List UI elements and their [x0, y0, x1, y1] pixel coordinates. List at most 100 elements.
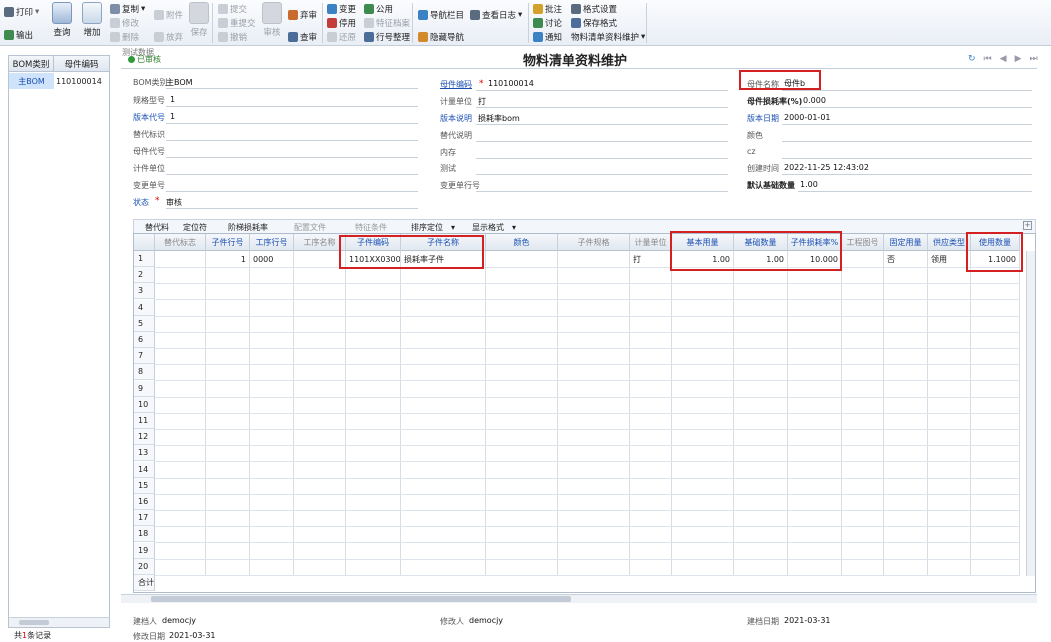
grid-cell-unit[interactable]: 打: [630, 251, 671, 267]
list-item[interactable]: 主BOM 110100014: [9, 73, 109, 89]
loss-rate-field[interactable]: 0.000: [803, 96, 826, 105]
config-file-button[interactable]: 配置文件: [294, 222, 326, 233]
grid-header-child-spec[interactable]: 子件规格: [558, 234, 630, 251]
grid-header-color[interactable]: 颜色: [486, 234, 558, 251]
public-button[interactable]: 公用: [364, 3, 393, 15]
hide-nav-button[interactable]: 隐藏导航: [418, 31, 464, 43]
table-row[interactable]: 100001101XX03002损耗率子件打1.001.0010.000否领用1…: [134, 251, 1020, 267]
grid-cell-proc-name[interactable]: [294, 251, 345, 267]
last-record-icon[interactable]: ⏭: [1030, 54, 1038, 64]
grid-cell-supply-type[interactable]: 领用: [928, 251, 970, 267]
list-scrollbar[interactable]: [9, 617, 109, 627]
copy-button[interactable]: 复制 ▾: [110, 3, 145, 15]
memory-field[interactable]: [476, 158, 728, 159]
spec-field[interactable]: 1: [170, 95, 175, 104]
alt-desc-field[interactable]: [476, 141, 728, 142]
grid-row-number[interactable]: 5: [134, 315, 155, 332]
expand-icon[interactable]: +: [1023, 221, 1032, 230]
alt-flag-field[interactable]: [166, 140, 418, 141]
format-select[interactable]: 物料清单资料维护 ▾: [571, 31, 645, 43]
grid-row-number[interactable]: 3: [134, 283, 155, 300]
parent-code-field[interactable]: 110100014: [488, 79, 534, 88]
version-date-field[interactable]: 2000-01-01: [784, 113, 831, 122]
grid-row-number[interactable]: 12: [134, 429, 155, 446]
locate-button[interactable]: 定位符: [183, 222, 207, 233]
grid-cell-child-spec[interactable]: [558, 251, 629, 267]
display-format-button[interactable]: 显示格式 ▾: [472, 222, 516, 233]
annotate-button[interactable]: 批注: [533, 3, 562, 15]
grid-row-number[interactable]: 9: [134, 380, 155, 397]
cz-field[interactable]: [782, 158, 1032, 159]
grid-row-number[interactable]: 14: [134, 461, 155, 478]
print-button[interactable]: 打印 ▾: [4, 6, 39, 18]
next-record-icon[interactable]: ▶: [1015, 54, 1022, 64]
feature-condition-button[interactable]: 特征条件: [355, 222, 387, 233]
grid-row-number[interactable]: 6: [134, 332, 155, 348]
nav-bar-button[interactable]: 导航栏目: [418, 9, 464, 21]
grid-cell-alt-flag[interactable]: [155, 251, 205, 267]
grid-row-number[interactable]: 13: [134, 445, 155, 462]
audit-button[interactable]: 审核: [262, 2, 282, 38]
grid-row-number[interactable]: 17: [134, 510, 155, 527]
parent-code2-field[interactable]: [166, 157, 418, 158]
add-button[interactable]: 增加: [82, 2, 102, 38]
grid-header-drawing-no[interactable]: 工程图号: [842, 234, 884, 251]
discuss-button[interactable]: 讨论: [533, 17, 562, 29]
grid-cell-fixed-qty[interactable]: 否: [884, 251, 927, 267]
test-field[interactable]: [476, 174, 728, 175]
grid-cell-drawing-no[interactable]: [842, 251, 883, 267]
grid-header-alt-flag[interactable]: 替代标志: [155, 234, 206, 251]
save-button[interactable]: 保存: [189, 2, 209, 38]
change-no-field[interactable]: [166, 191, 418, 192]
sort-locate-button[interactable]: 排序定位 ▾: [411, 222, 455, 233]
withdraw-button[interactable]: 撤销: [218, 31, 247, 43]
export-button[interactable]: 输出: [4, 29, 33, 41]
refresh-icon[interactable]: ↻: [968, 54, 976, 64]
version-code-field[interactable]: 1: [170, 112, 175, 121]
grid-row-number[interactable]: 4: [134, 299, 155, 316]
grid-cell-color[interactable]: [486, 251, 557, 267]
grid-row-number[interactable]: 11: [134, 413, 155, 429]
notify-button[interactable]: 通知: [533, 31, 562, 43]
check-audit-button[interactable]: 查审: [288, 31, 317, 43]
grid-header-supply-type[interactable]: 供应类型: [928, 234, 971, 251]
grid-cell-child-row[interactable]: 1: [206, 251, 249, 267]
grid-vscrollbar[interactable]: [1026, 251, 1035, 576]
submit-button[interactable]: 提交: [218, 3, 247, 15]
resubmit-button[interactable]: 重提交: [218, 17, 256, 29]
grid-row-number[interactable]: 16: [134, 494, 155, 510]
grid-row-number[interactable]: 19: [134, 542, 155, 559]
change-button[interactable]: 变更: [327, 3, 356, 15]
grid-header-fixed-qty[interactable]: 固定用量: [884, 234, 928, 251]
grid-header-proc-row[interactable]: 工序行号: [250, 234, 294, 251]
bom-type-field[interactable]: 主BOM: [166, 77, 193, 88]
row-arrange-button[interactable]: 行号整理: [364, 31, 410, 43]
abandon-audit-button[interactable]: 弃审: [288, 9, 317, 21]
view-log-button[interactable]: 查看日志 ▾: [470, 9, 522, 21]
first-record-icon[interactable]: ⏮: [984, 54, 992, 64]
format-setting-button[interactable]: 格式设置: [571, 3, 617, 15]
restore-button[interactable]: 还原: [327, 31, 356, 43]
prev-record-icon[interactable]: ◀: [1000, 54, 1007, 64]
unit-field[interactable]: 打: [478, 96, 486, 107]
feature-file-button[interactable]: 特征档案: [364, 17, 410, 29]
alt-material-button[interactable]: 替代料: [145, 222, 169, 233]
disable-button[interactable]: 停用: [327, 17, 356, 29]
default-qty-field[interactable]: 1.00: [800, 180, 818, 189]
grid-row-number[interactable]: 7: [134, 348, 155, 365]
grid-cell-proc-row[interactable]: 0000: [250, 251, 293, 267]
query-button[interactable]: 查询: [52, 2, 72, 38]
delete-button[interactable]: 删除: [110, 31, 139, 43]
piece-unit-field[interactable]: [166, 174, 418, 175]
status-field[interactable]: 审核: [166, 197, 182, 208]
attachment-button[interactable]: 附件: [154, 9, 183, 21]
grid-row-number[interactable]: 18: [134, 526, 155, 543]
grid-row-number[interactable]: 20: [134, 558, 155, 575]
modify-button[interactable]: 修改: [110, 17, 139, 29]
grid-row-number[interactable]: 15: [134, 477, 155, 494]
grid-header-child-row[interactable]: 子件行号: [206, 234, 250, 251]
abandon-button[interactable]: 放弃: [154, 31, 183, 43]
list-header-bom-type[interactable]: BOM类别: [9, 56, 54, 72]
grid-hscrollbar[interactable]: [121, 594, 1037, 603]
grid-header-unit[interactable]: 计量单位: [630, 234, 672, 251]
